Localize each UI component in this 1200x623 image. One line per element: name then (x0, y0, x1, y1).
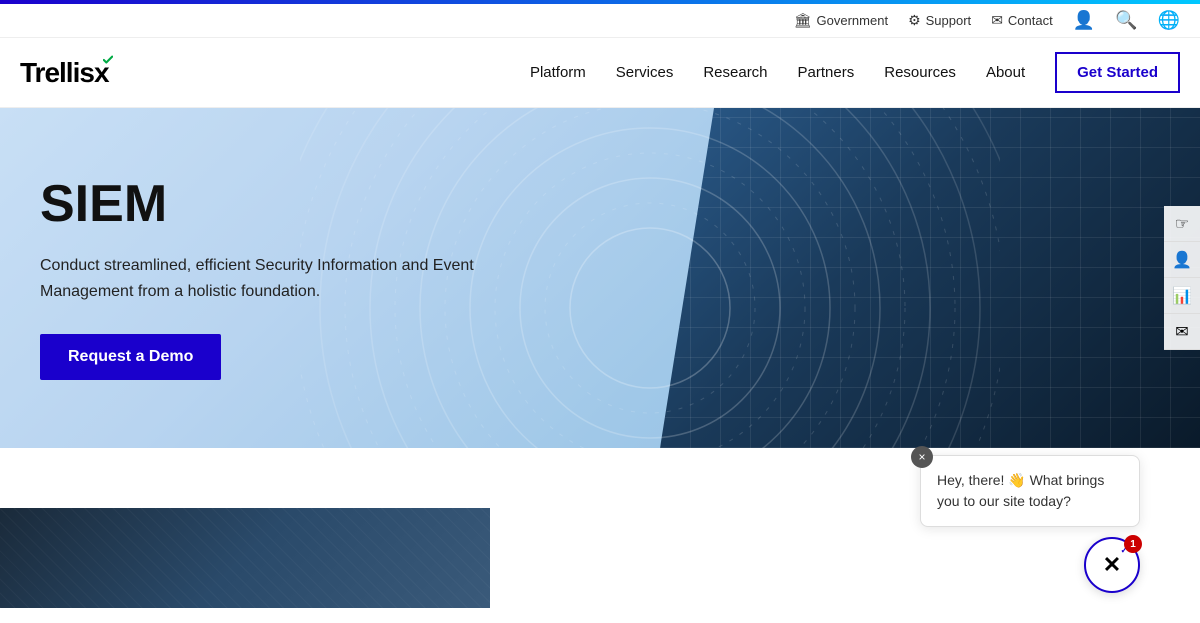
globe-icon[interactable]: 🌐 (1158, 10, 1180, 31)
nav-about[interactable]: About (986, 59, 1025, 86)
contact-link[interactable]: ✉ Contact (991, 12, 1053, 29)
contact-icon: ✉ (991, 12, 1003, 29)
logo-checkmark-icon (103, 55, 113, 65)
hero-section: SIEM Conduct streamlined, efficient Secu… (0, 108, 1200, 448)
chat-avatar-x: ✕ (1103, 552, 1121, 578)
support-label: Support (926, 13, 972, 28)
utility-bar: 🏛 Government ⚙ Support ✉ Contact 👤 🔍 🌐 (0, 4, 1200, 38)
chat-widget: × Hey, there! 👋 What brings you to our s… (920, 455, 1140, 593)
support-link[interactable]: ⚙ Support (908, 12, 971, 29)
main-nav: Platform Services Research Partners Reso… (530, 52, 1180, 93)
main-header: Trellis x Platform Services Research Par… (0, 38, 1200, 108)
floating-sidebar: ☞ 👤 📊 ✉ (1164, 206, 1200, 350)
nav-services[interactable]: Services (616, 59, 674, 86)
hero-content: SIEM Conduct streamlined, efficient Secu… (0, 116, 550, 440)
floating-cursor-icon[interactable]: ☞ (1164, 206, 1200, 242)
nav-resources[interactable]: Resources (884, 59, 956, 86)
contact-label: Contact (1008, 13, 1053, 28)
chat-badge: 1 (1124, 535, 1142, 553)
government-link[interactable]: 🏛 Government (794, 12, 888, 29)
user-icon[interactable]: 👤 (1073, 10, 1095, 31)
bottom-image-overlay (0, 508, 490, 608)
nav-platform[interactable]: Platform (530, 59, 586, 86)
logo-text: Trellis (20, 57, 94, 89)
support-icon: ⚙ (908, 12, 921, 29)
floating-mail-icon[interactable]: ✉ (1164, 314, 1200, 350)
demo-button[interactable]: Request a Demo (40, 334, 221, 380)
government-label: Government (817, 13, 889, 28)
nav-partners[interactable]: Partners (798, 59, 855, 86)
chat-avatar-button[interactable]: ✕ ✓ 1 (1084, 537, 1140, 593)
chat-bubble: × Hey, there! 👋 What brings you to our s… (920, 455, 1140, 527)
search-icon[interactable]: 🔍 (1115, 10, 1137, 31)
hero-title: SIEM (40, 176, 510, 233)
logo[interactable]: Trellis x (20, 57, 109, 89)
nav-research[interactable]: Research (703, 59, 767, 86)
chat-message: Hey, there! 👋 What brings you to our sit… (937, 472, 1104, 509)
floating-chart-icon[interactable]: 📊 (1164, 278, 1200, 314)
get-started-button[interactable]: Get Started (1055, 52, 1180, 93)
bottom-image (0, 508, 490, 608)
floating-user-icon[interactable]: 👤 (1164, 242, 1200, 278)
hero-description: Conduct streamlined, efficient Security … (40, 253, 510, 304)
government-icon: 🏛 (794, 12, 812, 29)
chat-close-button[interactable]: × (911, 446, 933, 468)
logo-x-container: x (94, 57, 109, 89)
